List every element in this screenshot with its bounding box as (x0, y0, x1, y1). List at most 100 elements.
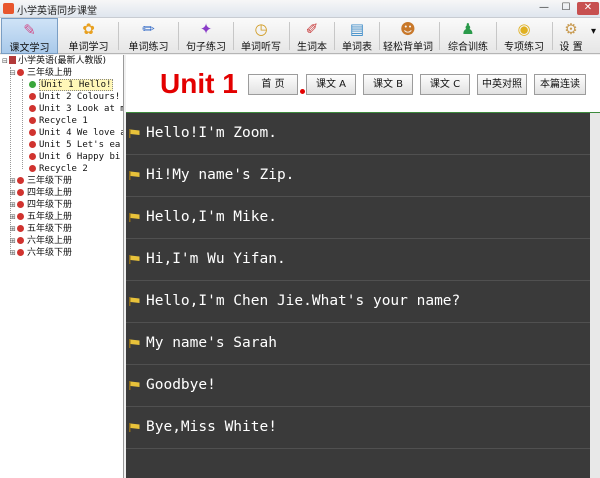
lesson-icon (29, 165, 36, 172)
sentence-row[interactable]: Hi,I'm Wu Yifan. (126, 239, 600, 281)
tree-grade-5a[interactable]: ⊞ 五年级上册 (10, 211, 72, 223)
tab-comprehensive[interactable]: ♟ 综合训练 (443, 18, 493, 54)
sentence-text: Hello,I'm Chen Jie.What's your name? (146, 293, 461, 309)
tab-label: 课文学习 (9, 43, 50, 54)
maximize-button[interactable]: ☐ (555, 2, 577, 15)
tree-recycle-2[interactable]: Recycle 2 (29, 163, 88, 175)
tree-unit-5[interactable]: Unit 5 Let's ea (29, 139, 120, 151)
tab-text-study[interactable]: ✎ 课文学习 (1, 18, 58, 54)
tree-unit-4[interactable]: Unit 4 We love a (29, 127, 123, 139)
sentence-row[interactable]: Hello!I'm Zoom. (126, 113, 600, 155)
grade-icon (17, 201, 24, 208)
tab-sentence-practice[interactable]: ✦ 句子练习 (181, 18, 231, 54)
chevron-down-icon: ▾ (590, 26, 597, 37)
tree-grade-3b[interactable]: ⊞ 三年级下册 (10, 175, 72, 187)
sentence-text: Bye,Miss White! (146, 419, 277, 435)
tree-unit-3[interactable]: Unit 3 Look at m (29, 103, 123, 115)
tab-label: 单词学习 (68, 42, 109, 53)
collapse-icon[interactable]: ⊟ (10, 67, 17, 79)
separator (379, 22, 380, 50)
tab-label: 生词本 (297, 42, 327, 53)
sentence-row[interactable]: Hi!My name's Zip. (126, 155, 600, 197)
notebook-icon: ✐ (305, 20, 319, 38)
grade-icon (17, 177, 24, 184)
app-icon (3, 3, 14, 14)
expand-icon[interactable]: ⊞ (10, 223, 17, 235)
lesson-icon (29, 117, 36, 124)
separator (496, 22, 497, 50)
separator (334, 22, 335, 50)
tree-grade-6a[interactable]: ⊞ 六年级上册 (10, 235, 72, 247)
tree-grade-3a[interactable]: ⊟ 三年级上册 (10, 67, 72, 79)
grade-icon (17, 237, 24, 244)
separator (233, 22, 234, 50)
collapse-icon[interactable]: ⊟ (2, 55, 9, 67)
people-icon: ♟ (461, 20, 475, 38)
tree-root[interactable]: ⊟ 小学英语(最新人教版) (2, 55, 106, 67)
lesson-icon (29, 81, 36, 88)
tab-label: 轻松背单词 (383, 42, 433, 53)
grade-icon (17, 69, 24, 76)
book-icon (9, 56, 16, 64)
sentence-text: Hi,I'm Wu Yifan. (146, 251, 286, 267)
tree-unit-1[interactable]: Unit 1 Hello! (29, 79, 114, 91)
text-a-button[interactable]: 课文 A (306, 74, 356, 95)
sentence-text: My name's Sarah (146, 335, 277, 351)
tree-grade-label: 五年级下册 (27, 224, 73, 234)
flag-icon (129, 255, 140, 264)
tab-word-list[interactable]: ▤ 单词表 (337, 18, 377, 54)
clock-icon: ◷ (254, 20, 268, 38)
tab-easy-memorize[interactable]: ☻ 轻松背单词 (381, 18, 435, 54)
flag-icon (129, 213, 140, 222)
bilingual-button[interactable]: 中英对照 (477, 74, 527, 95)
grade-icon (17, 249, 24, 256)
tree-grade-label: 四年级下册 (27, 200, 73, 210)
tree-grade-4a[interactable]: ⊞ 四年级上册 (10, 187, 72, 199)
tab-special-practice[interactable]: ◉ 专项练习 (499, 18, 549, 54)
home-button[interactable]: 首 页 (248, 74, 298, 95)
tab-word-study[interactable]: ✿ 单词学习 (61, 18, 116, 54)
lesson-icon (29, 141, 36, 148)
toolbar-overflow-button[interactable]: ▾ (588, 18, 599, 54)
tree-grade-5b[interactable]: ⊞ 五年级下册 (10, 223, 72, 235)
sentence-row[interactable]: My name's Sarah (126, 323, 600, 365)
sentence-row[interactable]: Bye,Miss White! (126, 407, 600, 449)
tree-grade-4b[interactable]: ⊞ 四年级下册 (10, 199, 72, 211)
separator (178, 22, 179, 50)
tree-unit-label: Recycle 1 (39, 116, 88, 126)
flag-icon (129, 339, 140, 348)
tree-unit-2[interactable]: Unit 2 Colours! (29, 91, 120, 103)
title-bar: 小学英语同步课堂 — ☐ ✕ (0, 0, 600, 18)
tab-dictation[interactable]: ◷ 单词听写 (236, 18, 286, 54)
tree-unit-6[interactable]: Unit 6 Happy bi (29, 151, 120, 163)
text-c-button[interactable]: 课文 C (420, 74, 470, 95)
expand-icon[interactable]: ⊞ (10, 199, 17, 211)
tab-label: 句子练习 (186, 42, 226, 53)
expand-icon[interactable]: ⊞ (10, 247, 17, 259)
separator (118, 22, 119, 50)
word-list-icon: ▤ (349, 20, 365, 38)
text-b-button[interactable]: 课文 B (363, 74, 413, 95)
sentence-row[interactable]: Hello,I'm Mike. (126, 197, 600, 239)
tab-vocab-book[interactable]: ✐ 生词本 (292, 18, 332, 54)
tree-grade-6b[interactable]: ⊞ 六年级下册 (10, 247, 72, 259)
expand-icon[interactable]: ⊞ (10, 175, 17, 187)
tree-grade-label: 三年级下册 (27, 176, 73, 186)
tree-recycle-1[interactable]: Recycle 1 (29, 115, 88, 127)
expand-icon[interactable]: ⊞ (10, 187, 17, 199)
read-all-button[interactable]: 本篇连读 (534, 74, 586, 95)
tab-label: 单词听写 (241, 42, 281, 53)
main-toolbar: ✎ 课文学习 ✿ 单词学习 ✏ 单词练习 ✦ 句子练习 ◷ 单词听写 ✐ 生词本… (0, 18, 600, 54)
sentence-row[interactable]: Hello,I'm Chen Jie.What's your name? (126, 281, 600, 323)
course-tree: ⊟ 小学英语(最新人教版) ⊟ 三年级上册 Unit 1 Hello! Unit 2… (0, 55, 124, 478)
tab-label: 设 置 (559, 42, 583, 53)
sentence-row[interactable]: Goodbye! (126, 365, 600, 407)
expand-icon[interactable]: ⊞ (10, 211, 17, 223)
close-button[interactable]: ✕ (577, 2, 599, 15)
vertical-scrollbar[interactable] (590, 113, 600, 478)
sentence-text: Hi!My name's Zip. (146, 167, 295, 183)
tab-settings[interactable]: ⚙ 设 置 (555, 18, 587, 54)
expand-icon[interactable]: ⊞ (10, 235, 17, 247)
minimize-button[interactable]: — (533, 2, 555, 15)
tab-word-practice[interactable]: ✏ 单词练习 (121, 18, 176, 54)
